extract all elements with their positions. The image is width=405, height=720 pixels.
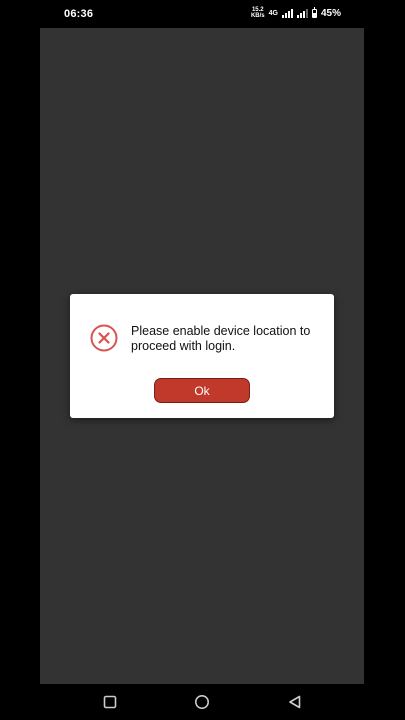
status-time: 06:36 <box>64 8 94 20</box>
navigation-bar <box>0 684 405 720</box>
network-speed-unit: KB/s <box>250 13 265 19</box>
error-x-circle-icon <box>90 324 118 352</box>
dialog-message: Please enable device location to proceed… <box>131 324 311 353</box>
signal-strength-secondary-icon <box>296 8 308 18</box>
home-icon[interactable] <box>194 694 210 710</box>
recent-apps-icon[interactable] <box>102 694 118 710</box>
status-bar: 06:36 15.2 KB/s 4G 45% <box>0 0 405 28</box>
phone-screen: 06:36 15.2 KB/s 4G 45% Please enable dev… <box>0 0 405 720</box>
status-icons: 15.2 KB/s 4G 45% <box>251 6 341 19</box>
signal-strength-icon <box>281 8 293 18</box>
network-speed: 15.2 KB/s <box>251 7 265 19</box>
battery-percent: 45% <box>320 7 341 19</box>
alert-dialog: Please enable device location to proceed… <box>70 294 334 418</box>
battery-icon <box>311 6 317 18</box>
ok-button[interactable]: Ok <box>154 378 250 403</box>
back-icon[interactable] <box>287 694 303 710</box>
network-type: 4G <box>268 9 278 17</box>
